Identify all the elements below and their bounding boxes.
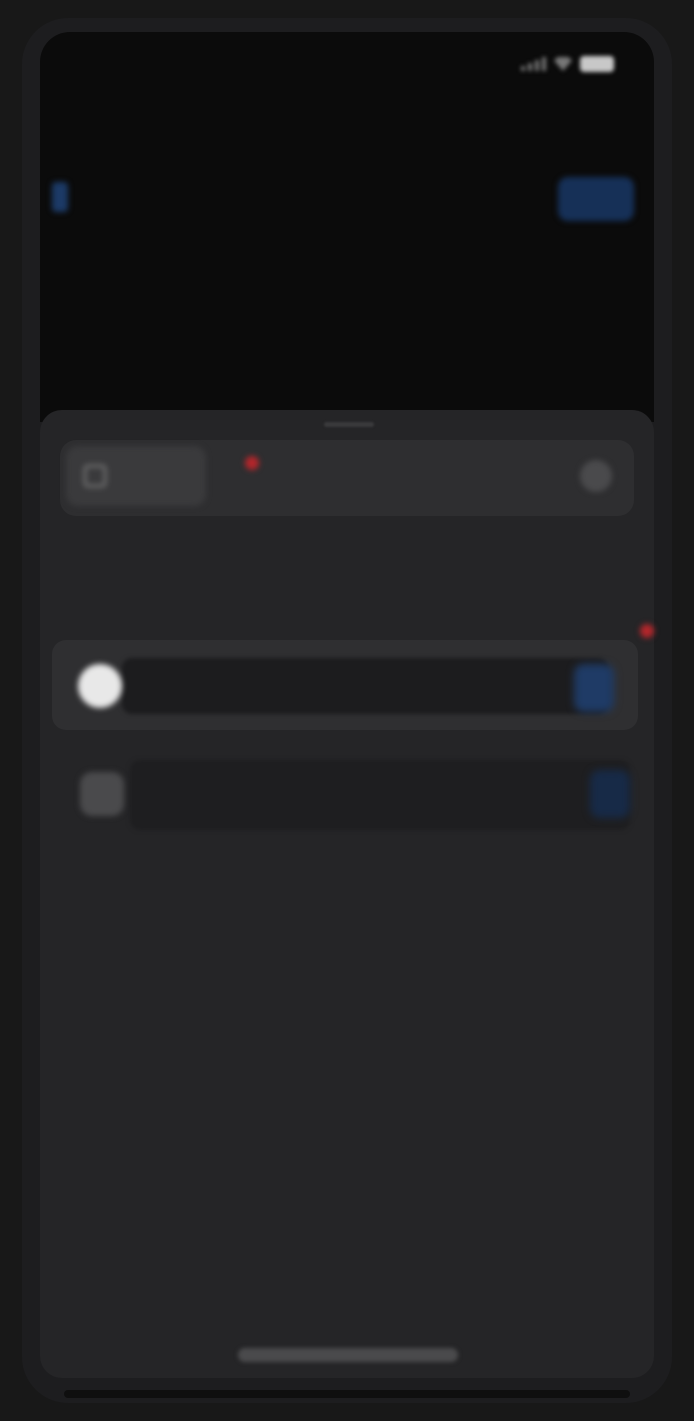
option-field xyxy=(130,760,630,830)
status-icons xyxy=(521,56,614,72)
bottom-edge xyxy=(64,1390,630,1398)
battery-icon xyxy=(580,56,614,72)
filter-chip[interactable] xyxy=(66,446,206,506)
notification-badge xyxy=(640,624,654,638)
status-bar xyxy=(40,32,654,102)
option-action-button[interactable] xyxy=(590,770,630,818)
filter-row xyxy=(60,440,634,516)
home-indicator[interactable] xyxy=(238,1348,458,1362)
top-action-button[interactable] xyxy=(558,177,634,221)
checkbox-icon xyxy=(84,465,106,487)
phone-frame xyxy=(22,18,672,1403)
notification-badge xyxy=(245,456,259,470)
signal-bars-icon xyxy=(521,57,546,71)
option-action-button[interactable] xyxy=(574,664,614,712)
sheet-grabber[interactable] xyxy=(324,422,374,427)
radio-selected-icon[interactable] xyxy=(78,664,122,708)
option-field xyxy=(122,658,608,714)
radio-unselected-icon[interactable] xyxy=(80,772,124,816)
header-area xyxy=(40,32,654,422)
gear-icon[interactable] xyxy=(580,460,612,492)
bottom-sheet xyxy=(40,410,654,1378)
option-item-2[interactable] xyxy=(70,760,630,836)
wifi-icon xyxy=(554,57,572,71)
option-item-1[interactable] xyxy=(52,640,638,730)
back-button[interactable] xyxy=(52,182,68,212)
